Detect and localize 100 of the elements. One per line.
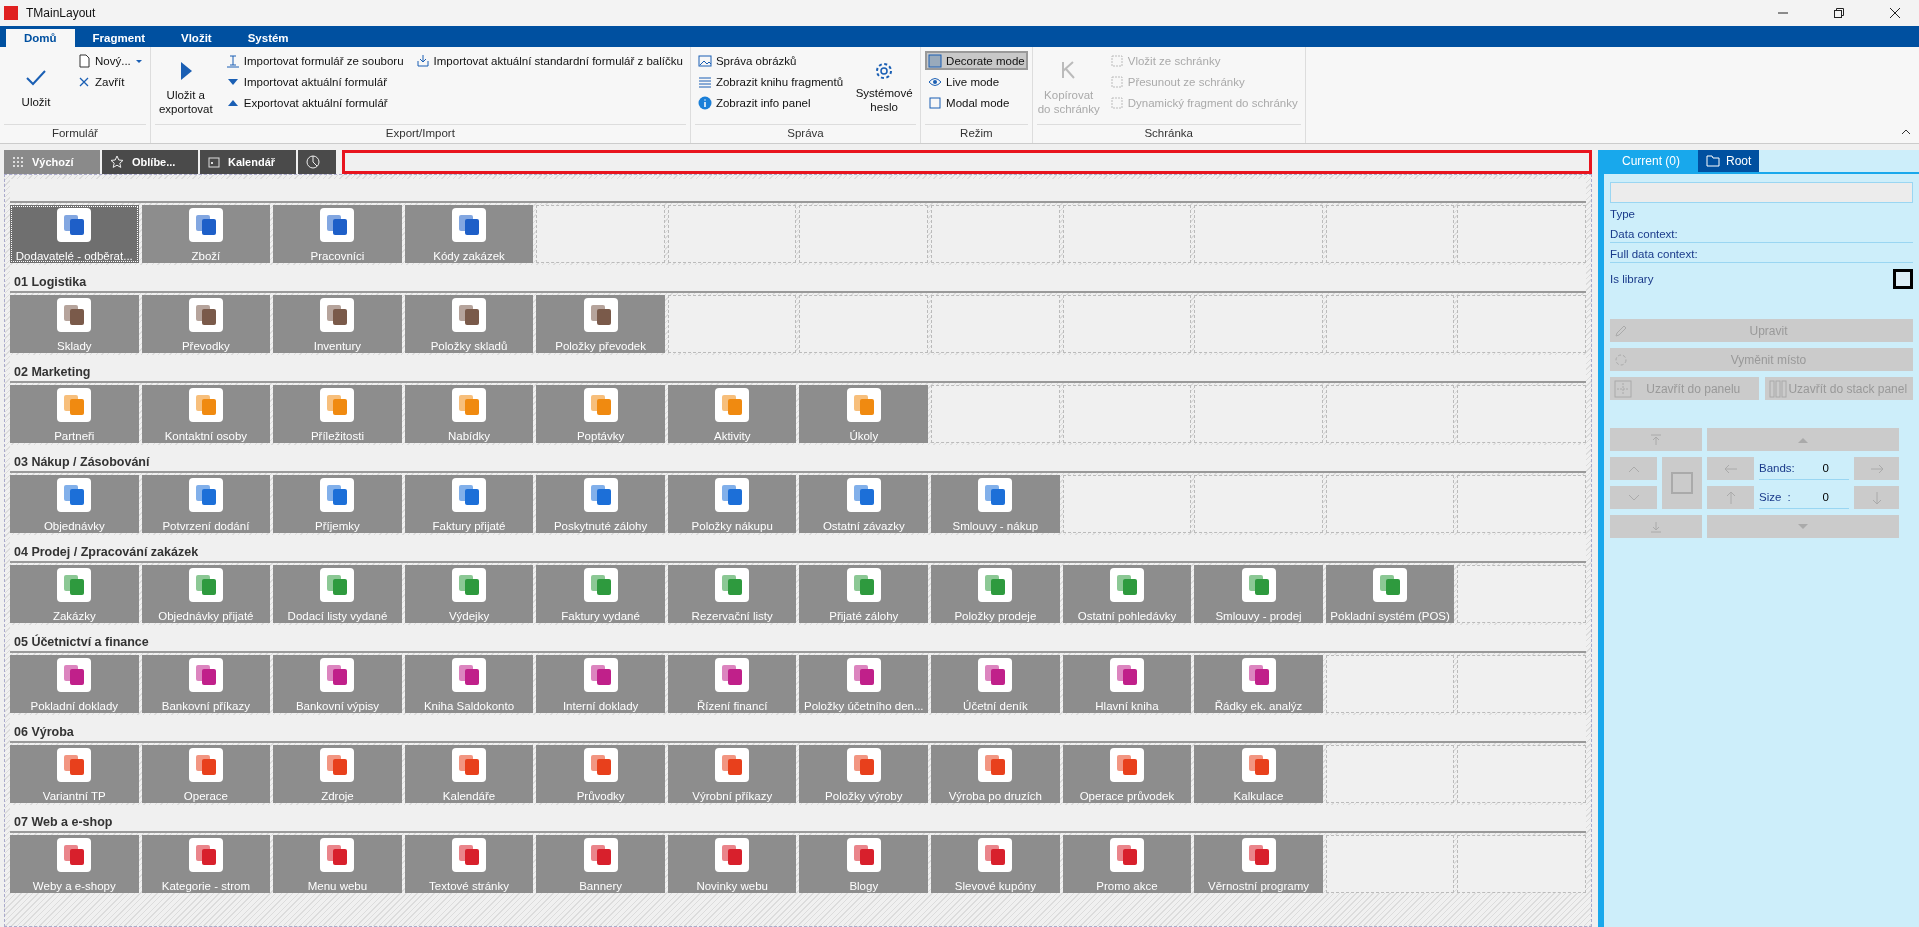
module-tile[interactable]: Operace průvodek: [1062, 745, 1192, 803]
module-tile[interactable]: Novinky webu: [667, 835, 797, 893]
module-tile[interactable]: Operace: [141, 745, 271, 803]
module-tile[interactable]: Kontaktní osoby: [141, 385, 271, 443]
mode-button[interactable]: Decorate mode: [925, 51, 1028, 70]
module-tile[interactable]: Ostatní pohledávky: [1062, 565, 1192, 623]
ribbon-button[interactable]: Zobrazit knihu fragmentů: [694, 72, 847, 91]
module-tile[interactable]: Položky účetního den...: [799, 655, 929, 713]
move-up-button[interactable]: [1610, 457, 1657, 480]
up-arrow-button[interactable]: [1707, 486, 1754, 509]
move-first-button[interactable]: [1610, 428, 1702, 451]
module-tile[interactable]: Pokladní systém (POS): [1325, 565, 1455, 623]
module-tile[interactable]: Položky skladů: [404, 295, 534, 353]
module-tile[interactable]: Položky prodeje: [931, 565, 1060, 623]
module-tile[interactable]: Interní doklady: [536, 655, 665, 713]
module-tile[interactable]: Objednávky přijaté: [141, 565, 271, 623]
down-arrow-button[interactable]: [1854, 486, 1899, 509]
left-arrow-button[interactable]: [1707, 457, 1754, 480]
module-tile[interactable]: Weby a e-shopy: [10, 835, 139, 893]
module-tile[interactable]: Účetní deník: [931, 655, 1060, 713]
module-tile[interactable]: Objednávky: [10, 475, 139, 533]
module-tile[interactable]: Slevové kupóny: [931, 835, 1060, 893]
module-tile[interactable]: Příjemky: [273, 475, 402, 533]
name-field[interactable]: [1610, 182, 1913, 203]
module-tile[interactable]: Smlouvy - prodej: [1194, 565, 1323, 623]
move-last-button[interactable]: [1610, 515, 1702, 538]
module-tile[interactable]: Partneři: [10, 385, 139, 443]
module-tile[interactable]: Blogy: [799, 835, 929, 893]
module-tile[interactable]: Bannery: [536, 835, 665, 893]
module-tile[interactable]: Kniha Saldokonto: [404, 655, 534, 713]
ribbon-tab[interactable]: Vložit: [163, 29, 230, 47]
module-tile[interactable]: Položky nákupu: [667, 475, 797, 533]
module-tile[interactable]: Bankovní výpisy: [273, 655, 402, 713]
content-tab[interactable]: Kalendář: [200, 150, 296, 174]
mode-button[interactable]: Live mode: [925, 72, 1028, 91]
system-password-button[interactable]: Systémové heslo: [852, 51, 917, 124]
ribbon-tab[interactable]: Systém: [229, 29, 307, 47]
mode-button[interactable]: Modal mode: [925, 93, 1028, 112]
module-tile[interactable]: Potvrzení dodání: [141, 475, 271, 533]
module-tile[interactable]: Kódy zakázek: [404, 205, 534, 263]
module-tile[interactable]: Ostatní závazky: [799, 475, 929, 533]
module-tile[interactable]: Inventury: [273, 295, 402, 353]
module-tile[interactable]: Promo akce: [1062, 835, 1192, 893]
module-tile[interactable]: Výdejky: [404, 565, 534, 623]
module-tile[interactable]: Rezervační listy: [667, 565, 797, 623]
module-tile[interactable]: Zdroje: [273, 745, 402, 803]
ribbon-tab[interactable]: Domů: [6, 29, 75, 47]
content-tab[interactable]: Výchozí: [4, 150, 100, 174]
module-tile[interactable]: Řádky ek. analýz: [1194, 655, 1323, 713]
ribbon-button[interactable]: Exportovat aktuální formulář: [222, 93, 407, 112]
module-tile[interactable]: Bankovní příkazy: [141, 655, 271, 713]
module-tile[interactable]: Dodací listy vydané: [273, 565, 402, 623]
module-tile[interactable]: Poptávky: [536, 385, 665, 443]
module-tile[interactable]: Sklady: [10, 295, 139, 353]
expand-up-button[interactable]: [1707, 428, 1899, 451]
move-down-button[interactable]: [1610, 486, 1657, 509]
save-export-button[interactable]: Uložit a exportovat: [154, 51, 217, 124]
module-tile[interactable]: Poskytnuté zálohy: [536, 475, 665, 533]
module-tile[interactable]: Příležitosti: [273, 385, 402, 443]
select-button[interactable]: [1662, 457, 1702, 509]
module-tile[interactable]: Průvodky: [536, 745, 665, 803]
module-tile[interactable]: Smlouvy - nákup: [931, 475, 1060, 533]
module-tile[interactable]: Aktivity: [667, 385, 797, 443]
module-tile[interactable]: Řízení financí: [667, 655, 797, 713]
module-tile[interactable]: Hlavní kniha: [1062, 655, 1192, 713]
module-tile[interactable]: Výroba po druzích: [931, 745, 1060, 803]
module-tile[interactable]: Menu webu: [273, 835, 402, 893]
collapse-ribbon-icon[interactable]: [1901, 127, 1911, 137]
module-tile[interactable]: Věrnostní programy: [1194, 835, 1323, 893]
module-tile[interactable]: Úkoly: [799, 385, 929, 443]
module-tile[interactable]: Dodavatelé - odběrat...: [10, 205, 139, 263]
module-tile[interactable]: Položky převodek: [536, 295, 665, 353]
module-tile[interactable]: Kalkulace: [1194, 745, 1323, 803]
module-tile[interactable]: Kategorie - strom: [141, 835, 271, 893]
ribbon-tab[interactable]: Fragment: [74, 29, 163, 47]
close-icon[interactable]: [1889, 7, 1901, 19]
content-tab[interactable]: Oblíbe...: [102, 150, 198, 174]
module-tile[interactable]: Zakázky: [10, 565, 139, 623]
module-tile[interactable]: Pracovníci: [273, 205, 402, 263]
ribbon-button[interactable]: Správa obrázků: [694, 51, 847, 70]
new-button[interactable]: Nový...: [74, 51, 146, 70]
module-tile[interactable]: Výrobní příkazy: [667, 745, 797, 803]
right-arrow-button[interactable]: [1854, 457, 1899, 480]
restore-icon[interactable]: [1833, 7, 1845, 19]
module-tile[interactable]: Textové stránky: [404, 835, 534, 893]
ribbon-button[interactable]: Zobrazit info panel: [694, 93, 847, 112]
module-tile[interactable]: Pokladní doklady: [10, 655, 139, 713]
ribbon-button[interactable]: Importovat aktuální formulář: [222, 72, 407, 91]
expand-down-button[interactable]: [1707, 515, 1899, 538]
content-tab[interactable]: [298, 150, 336, 174]
ribbon-button[interactable]: Importovat formulář ze souboru: [222, 51, 407, 70]
save-button[interactable]: Uložit: [4, 51, 68, 124]
checkbox[interactable]: [1893, 269, 1913, 289]
panel-tab[interactable]: Current (0): [1604, 150, 1698, 172]
ribbon-button[interactable]: Importovat aktuální standardní formulář z balíčku: [412, 51, 686, 70]
module-tile[interactable]: Nabídky: [404, 385, 534, 443]
close-button[interactable]: Zavřít: [74, 72, 146, 91]
module-tile[interactable]: Převodky: [141, 295, 271, 353]
module-tile[interactable]: Kalendáře: [404, 745, 534, 803]
panel-tab[interactable]: Root: [1698, 150, 1760, 172]
